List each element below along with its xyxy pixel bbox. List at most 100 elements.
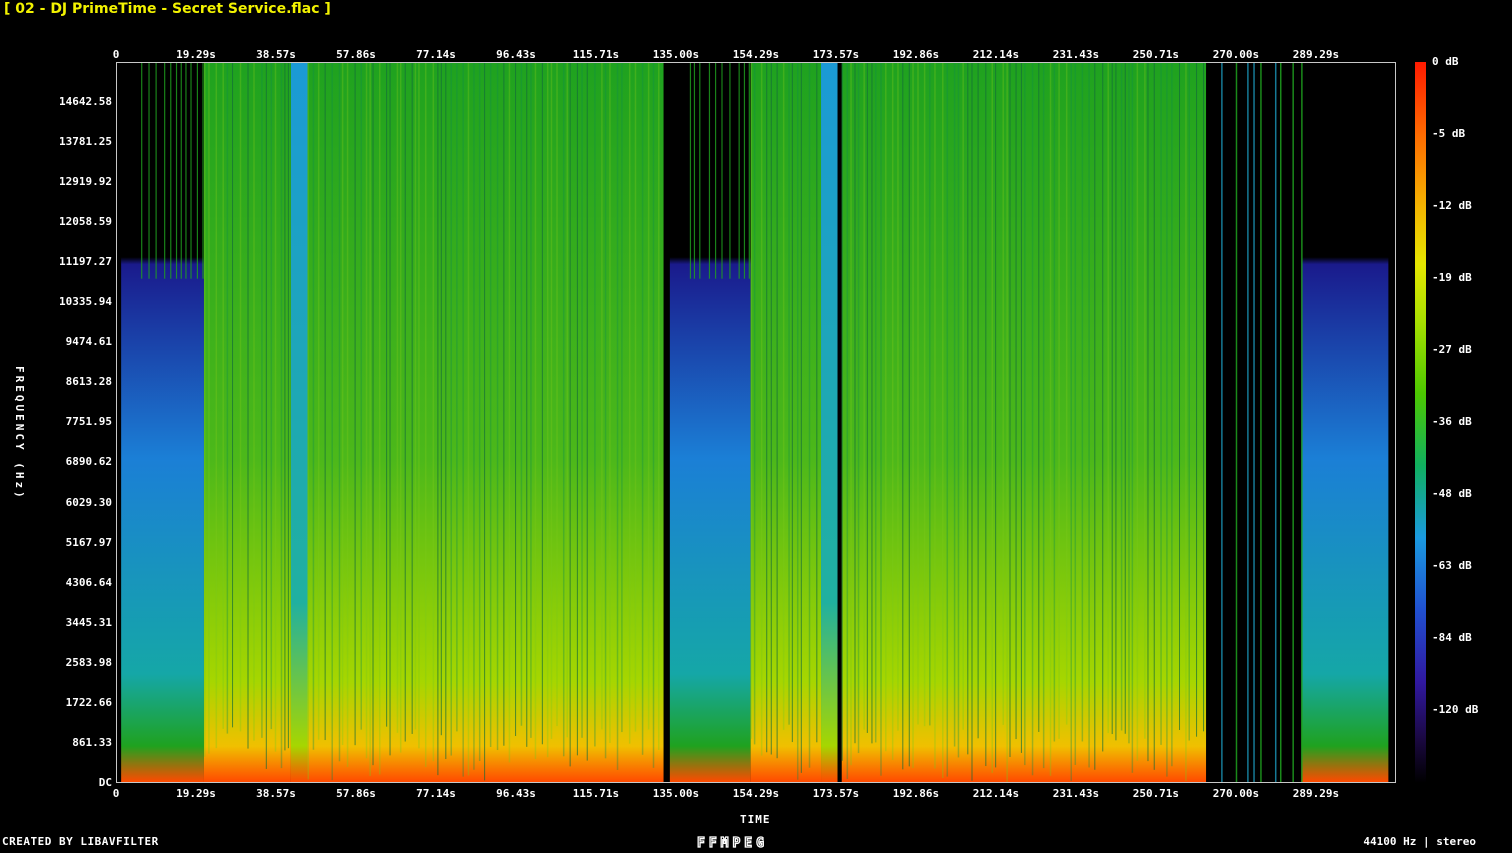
x-tick-label-bottom: 0 [112, 787, 120, 800]
spectrogram-texture-line [800, 63, 802, 773]
x-tick-label-top: 192.86s [892, 48, 940, 61]
spectrogram-texture-line [287, 63, 289, 749]
spectrogram-intro-line [164, 63, 166, 279]
spectrogram-gap-line [1253, 63, 1255, 782]
spectrogram-intro-line [202, 63, 204, 279]
spectrogram-texture-line [934, 63, 936, 769]
spectrogram-texture-line [791, 63, 793, 743]
y-tick-label: 14642.58 [59, 94, 112, 108]
y-tick-label: DC [98, 776, 112, 789]
spectrogram-texture-line [270, 63, 273, 730]
x-tick-label-top: 77.14s [416, 48, 456, 61]
spectrogram-texture-line [389, 63, 391, 756]
spectrogram-texture-line [1020, 63, 1022, 753]
y-tick-label: 12058.59 [59, 215, 112, 229]
spectrogram-texture-line [203, 63, 206, 757]
x-tick-label-bottom: 154.29s [732, 787, 780, 800]
spectrogram-intro-line [743, 63, 746, 279]
spectrogram-texture-line [616, 63, 619, 770]
spectrogram-intro-line [175, 63, 178, 279]
spectrogram-texture-line [652, 63, 655, 768]
spectrogram-texture-line [917, 63, 919, 725]
spectrogram-texture-line [1088, 63, 1090, 768]
x-tick-label-bottom: 289.29s [1292, 787, 1340, 800]
y-tick-label: 10335.94 [59, 295, 112, 309]
spectrogram-texture-line [863, 63, 865, 730]
x-tick-label-top: 231.43s [1052, 48, 1100, 61]
spectrogram-texture-line [530, 63, 532, 738]
x-tick-label-bottom: 270.00s [1212, 787, 1260, 800]
spectrogram-texture-line [284, 63, 286, 751]
spectrogram-texture-line [378, 63, 381, 775]
ffmpeg-logo: FFMPEG [696, 834, 815, 853]
x-tick-label-bottom: 173.57s [812, 787, 860, 800]
spectrogram-texture-line [1131, 63, 1134, 773]
x-tick-label-top: 0 [112, 48, 120, 61]
spectrogram-texture-line [462, 63, 464, 777]
spectrogram-intro-line [190, 63, 192, 279]
spectrogram-texture-line [841, 63, 843, 761]
x-tick-label-bottom: 135.00s [652, 787, 700, 800]
y-tick-label: 4306.64 [65, 575, 112, 589]
spectrogram-texture-line [508, 63, 511, 763]
x-axis-title: TIME [740, 813, 771, 826]
spectrogram-texture-line [594, 63, 596, 747]
spectrogram-texture-line [1002, 63, 1004, 725]
colorbar-label: -12 dB [1432, 199, 1472, 212]
spectrogram-segment-quiet-intro [669, 63, 751, 782]
y-tick-label: 5167.97 [65, 535, 112, 549]
spectrogram-texture-line [222, 63, 224, 729]
spectrogram-texture-line [1107, 63, 1109, 734]
spectrogram-texture-line [569, 63, 571, 767]
spectrogram-texture-line [226, 63, 229, 734]
spectrogram-texture-line [341, 63, 344, 746]
spectrogram-texture-line [902, 63, 904, 770]
spectrogram-intro-line [148, 63, 150, 279]
x-tick-label-top: 115.71s [572, 48, 620, 61]
spectrogram-texture-line [478, 63, 481, 762]
x-tick-label-top: 173.57s [812, 48, 860, 61]
y-tick-label: 11197.27 [59, 255, 112, 269]
spectrogram-texture-line [440, 63, 442, 736]
spectrogram-texture-line [658, 63, 660, 750]
spectrogram-texture-line [411, 63, 413, 734]
spectrogram-texture-line [1179, 63, 1181, 730]
spectrogram-texture-line [1102, 63, 1104, 752]
spectrogram-texture-line [1196, 63, 1198, 737]
spectrogram-texture-line [360, 63, 363, 730]
spectrogram-texture-line [782, 63, 785, 730]
spectrogram-texture-line [1015, 63, 1017, 740]
spectrogram-texture-line [432, 63, 435, 762]
x-tick-label-bottom: 57.86s [336, 787, 376, 800]
spectrogram-texture-line [312, 63, 315, 750]
spectrogram-texture-line [866, 63, 868, 733]
spectrogram-texture-line [404, 63, 406, 742]
spectrogram-texture-line [647, 63, 650, 730]
x-tick-label-top: 289.29s [1292, 48, 1340, 61]
spectrogram-intro-line [738, 63, 740, 279]
spectrogram-texture-line [1128, 63, 1130, 744]
spectrogram-texture-line [307, 63, 309, 780]
spectrogram-texture-line [985, 63, 987, 767]
spectrogram-gap-line [1301, 63, 1303, 782]
spectrogram-texture-line [766, 63, 768, 753]
spectrogram-gap-line [1247, 63, 1249, 782]
spectrogram-texture-line [581, 63, 583, 738]
x-tick-label-bottom: 212.14s [972, 787, 1020, 800]
svg-text:FFMPEG: FFMPEG [697, 836, 768, 849]
spectrogram-texture-line [908, 63, 910, 767]
spectrogram-texture-line [1144, 63, 1146, 739]
spectrogram-segment-breakdown [290, 63, 308, 782]
y-tick-label: 9474.61 [65, 335, 112, 349]
spectrogram-texture-line [1042, 63, 1045, 769]
spectrogram-texture-line [1188, 63, 1190, 741]
spectrogram-texture-line [1024, 63, 1026, 766]
x-tick-label-top: 212.14s [972, 48, 1020, 61]
spectrogram-texture-line [796, 63, 799, 780]
spectrogram-texture-line [942, 63, 944, 779]
spectrogram-texture-line [418, 63, 420, 749]
spectrogram-texture-line [971, 63, 973, 781]
x-tick-label-top: 96.43s [496, 48, 536, 61]
x-tick-label-bottom: 19.29s [176, 787, 216, 800]
y-tick-label: 13781.25 [59, 134, 112, 148]
